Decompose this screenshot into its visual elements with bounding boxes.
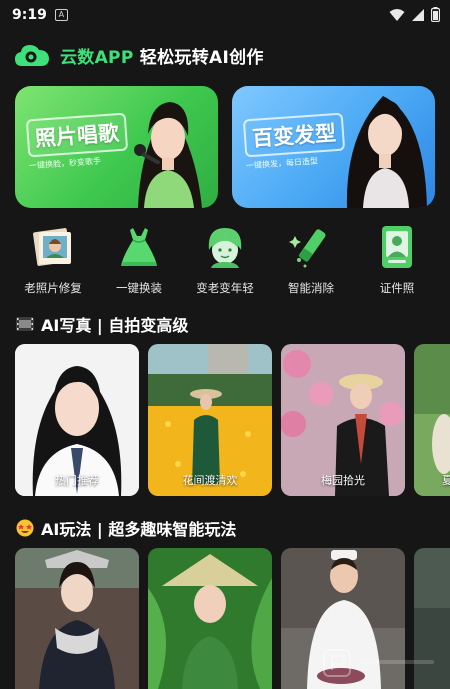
- banner-subtitle: 一键换脸，秒变歌手: [28, 156, 102, 171]
- banner-subtitle: 一键换发，每日造型: [245, 156, 319, 171]
- feature-age-change[interactable]: 变老变年轻: [182, 222, 268, 296]
- feature-label: 一键换装: [116, 281, 162, 295]
- card-label: 夏: [442, 474, 450, 487]
- feature-outfit-swap[interactable]: 一键换装: [96, 222, 182, 296]
- feature-label: 证件照: [379, 281, 415, 295]
- section-title-text: AI写真 | 自拍变高级: [41, 316, 189, 335]
- play-card-ethnic[interactable]: [15, 548, 139, 689]
- banner-title: 百变发型: [242, 112, 346, 158]
- play-card-image: [15, 548, 139, 689]
- status-bar: 9:19 A: [0, 0, 450, 30]
- battery-icon: [431, 7, 440, 22]
- feature-smart-erase[interactable]: 智能消除: [268, 222, 354, 296]
- app-title: 云数APP 轻松玩转AI创作: [60, 43, 264, 68]
- wifi-icon: [389, 8, 405, 21]
- dress-icon: [121, 228, 157, 266]
- id-photo-icon: [382, 226, 412, 268]
- play-card-leaf-hat[interactable]: [148, 548, 272, 689]
- feature-id-photo[interactable]: 证件照: [354, 222, 440, 296]
- hairstyle-portrait-image: [346, 96, 427, 208]
- slogan: 轻松玩转AI创作: [139, 47, 264, 68]
- section-title-play: AI玩法 | 超多趣味智能玩法: [15, 516, 236, 540]
- card-label: 花间渡清欢: [182, 474, 238, 487]
- notification-icon: A: [54, 9, 68, 21]
- cloud-logo-icon: [15, 45, 49, 66]
- portrait-card-summer[interactable]: 夏: [414, 344, 450, 496]
- banner-hairstyles[interactable]: 百变发型 一键换发，每日造型: [232, 86, 435, 208]
- feature-old-photo-repair[interactable]: 老照片修复: [10, 222, 96, 296]
- feature-label: 智能消除: [288, 281, 334, 295]
- feature-label: 变老变年轻: [196, 281, 254, 295]
- star-struck-icon: [16, 519, 34, 537]
- play-card-image: [148, 548, 272, 689]
- app-header: 云数APP 轻松玩转AI创作: [14, 40, 264, 70]
- brand-name: 云数APP: [60, 47, 134, 68]
- banner-title: 照片唱歌: [25, 112, 129, 158]
- portrait-card-hot[interactable]: 热门推荐: [15, 344, 139, 496]
- film-strip-icon: [16, 317, 34, 331]
- singer-portrait-image: [134, 102, 202, 208]
- status-time: 9:19: [12, 7, 47, 23]
- card-label: 梅园拾光: [321, 474, 365, 487]
- banner-photo-singing[interactable]: 照片唱歌 一键换脸，秒变歌手: [15, 86, 218, 208]
- section-title-portrait: AI写真 | 自拍变高级: [15, 312, 188, 336]
- feature-label: 老照片修复: [24, 281, 82, 295]
- portrait-card-flower[interactable]: 花间渡清欢: [148, 344, 272, 496]
- status-icons: [389, 7, 440, 22]
- signal-icon: [412, 8, 424, 21]
- old-photo-icon: [33, 228, 71, 266]
- feature-row: 老照片修复 一键换装 变老变年轻 智能消除 证件照: [0, 222, 450, 302]
- watermark-icon: [323, 649, 434, 677]
- section-title-text: AI玩法 | 超多趣味智能玩法: [41, 520, 237, 539]
- watermark-logo: [322, 646, 442, 685]
- magic-eraser-icon: [289, 229, 326, 268]
- card-label: 热门推荐: [55, 474, 99, 487]
- portrait-card-plum[interactable]: 梅园拾光: [281, 344, 405, 496]
- face-age-icon: [208, 228, 242, 268]
